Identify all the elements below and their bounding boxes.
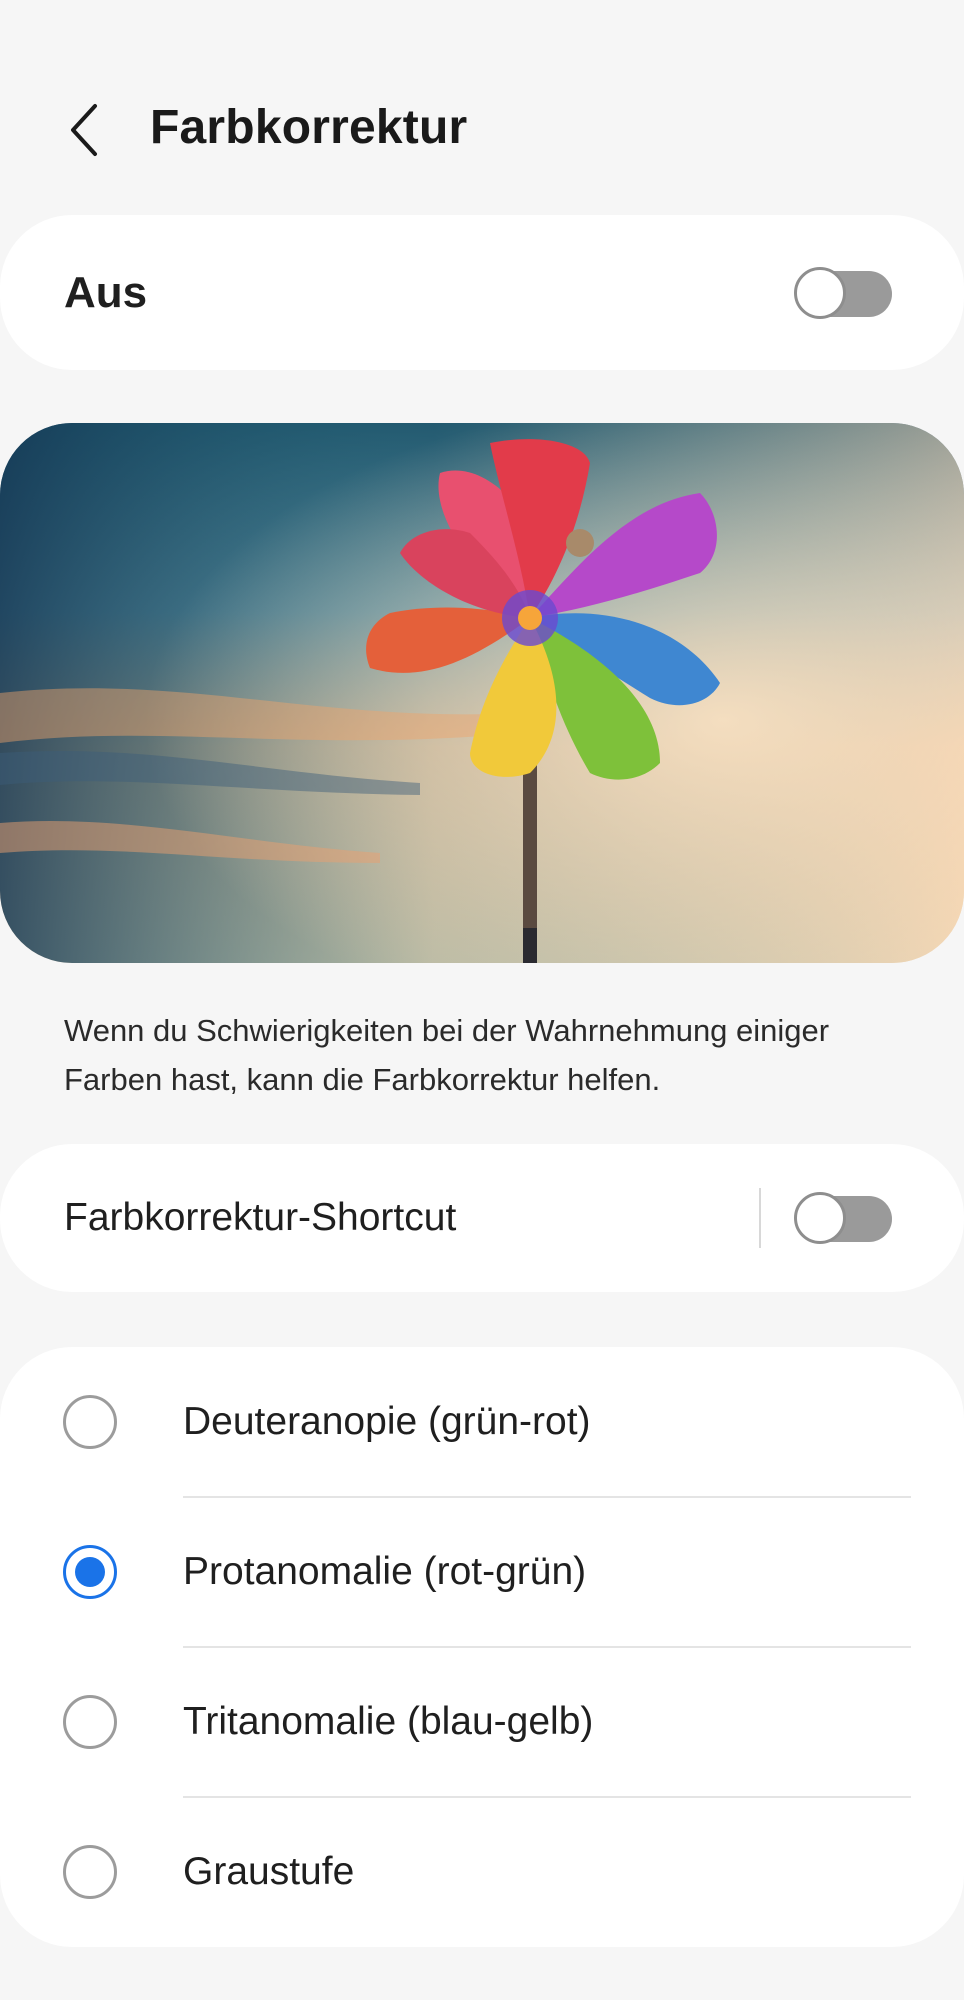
option-protanomalie[interactable]: Protanomalie (rot-grün) (0, 1497, 964, 1647)
pinwheel-illustration (0, 423, 964, 963)
toggle-knob (794, 266, 846, 319)
chevron-left-icon (71, 104, 97, 156)
option-label: Tritanomalie (blau-gelb) (183, 1700, 594, 1743)
option-tritanomalie[interactable]: Tritanomalie (blau-gelb) (0, 1647, 964, 1797)
color-preview-image (0, 423, 964, 963)
description-text: Wenn du Schwierigkeiten bei der Wahrnehm… (64, 1013, 830, 1097)
option-deuteranopie[interactable]: Deuteranopie (grün-rot) (0, 1347, 964, 1497)
correction-mode-list: Deuteranopie (grün-rot) Protanomalie (ro… (0, 1347, 964, 1947)
option-label: Deuteranopie (grün-rot) (183, 1400, 591, 1443)
radio-button[interactable] (63, 1845, 117, 1899)
master-switch-row[interactable]: Aus (0, 215, 964, 370)
vertical-divider (759, 1188, 761, 1248)
shortcut-row[interactable]: Farbkorrektur-Shortcut (0, 1144, 964, 1292)
radio-button[interactable] (63, 1395, 117, 1449)
toggle-knob (794, 1192, 846, 1244)
radio-button[interactable] (63, 1695, 117, 1749)
page-title: Farbkorrektur (150, 101, 468, 154)
option-graustufe[interactable]: Graustufe (0, 1797, 964, 1947)
master-switch-label: Aus (64, 267, 148, 317)
shortcut-toggle[interactable] (794, 1192, 892, 1244)
radio-button-selected[interactable] (63, 1545, 117, 1599)
option-label: Graustufe (183, 1850, 355, 1893)
option-label: Protanomalie (rot-grün) (183, 1550, 587, 1593)
back-button[interactable] (52, 92, 116, 168)
master-switch-toggle[interactable] (794, 266, 892, 319)
shortcut-label: Farbkorrektur-Shortcut (64, 1196, 457, 1239)
